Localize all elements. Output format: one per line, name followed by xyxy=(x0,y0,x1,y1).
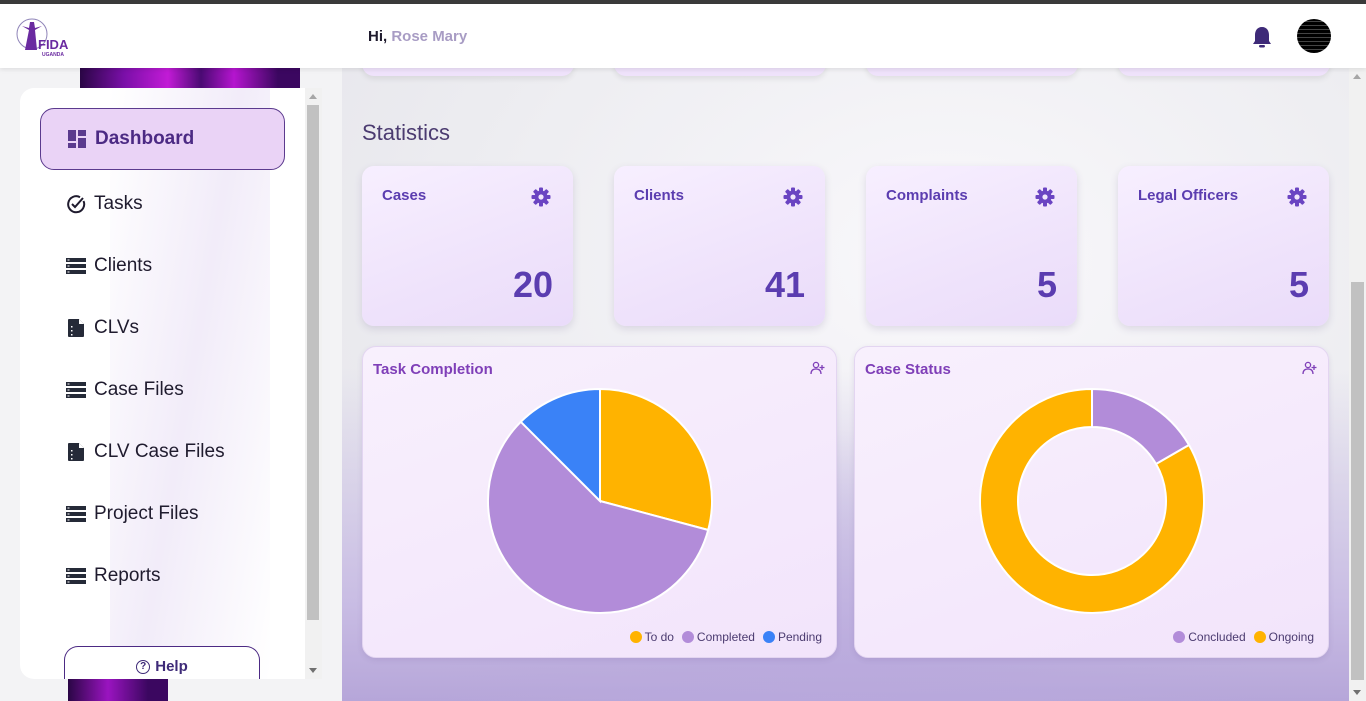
add-user-icon[interactable] xyxy=(1302,361,1318,375)
sidebar-item-label: Reports xyxy=(94,565,161,586)
scroll-up-arrow-icon[interactable] xyxy=(309,94,317,99)
legend-label: Ongoing xyxy=(1268,630,1314,644)
dashboard-icon xyxy=(67,129,87,149)
help-label: Help xyxy=(155,658,188,675)
list-icon xyxy=(66,380,86,400)
bell-icon[interactable] xyxy=(1251,25,1273,49)
chart-legend: To do Completed Pending xyxy=(629,630,822,644)
gear-icon[interactable] xyxy=(1035,187,1055,207)
sidebar-item-clvs[interactable]: CLVs xyxy=(40,297,285,359)
task-completion-card: Task Completion To do Completed Pending xyxy=(362,346,837,658)
stat-label: Complaints xyxy=(886,187,968,204)
sidebar-item-dashboard[interactable]: Dashboard xyxy=(40,108,285,170)
section-title: Statistics xyxy=(362,120,451,145)
greeting: Hi, Rose Mary xyxy=(368,28,467,45)
stat-card-cases[interactable]: Cases 20 xyxy=(362,166,573,326)
legend-item-completed[interactable]: Completed xyxy=(681,630,755,644)
chart-legend: Concluded Ongoing xyxy=(1173,630,1314,644)
card-partial xyxy=(362,68,574,76)
sidebar-item-label: Project Files xyxy=(94,503,199,524)
sidebar-item-clv-case-files[interactable]: CLV Case Files xyxy=(40,421,285,483)
scroll-down-arrow-icon[interactable] xyxy=(1353,690,1361,695)
stat-card-legal-officers[interactable]: Legal Officers 5 xyxy=(1118,166,1329,326)
decorative-ribbon xyxy=(80,68,300,90)
stat-card-complaints[interactable]: Complaints 5 xyxy=(866,166,1077,326)
list-icon xyxy=(66,504,86,524)
add-user-icon[interactable] xyxy=(810,361,826,375)
check-circle-icon xyxy=(66,194,86,214)
sidebar-item-clients[interactable]: Clients xyxy=(40,235,285,297)
file-icon xyxy=(66,442,86,462)
question-circle-icon: ? xyxy=(136,659,151,674)
gear-icon[interactable] xyxy=(1287,187,1307,207)
main-scrollbar[interactable] xyxy=(1349,68,1366,701)
card-partial xyxy=(614,68,826,76)
sidebar-item-label: Tasks xyxy=(94,193,143,214)
sidebar-item-label: CLV Case Files xyxy=(94,441,225,462)
legend-swatch xyxy=(1173,631,1186,643)
case-status-donut xyxy=(979,387,1205,614)
scroll-down-arrow-icon[interactable] xyxy=(309,668,317,673)
stat-value: 5 xyxy=(1036,264,1057,305)
main-scrollbar-thumb[interactable] xyxy=(1351,282,1364,680)
decorative-ribbon xyxy=(68,678,168,701)
stat-label: Legal Officers xyxy=(1138,187,1239,204)
gear-icon[interactable] xyxy=(531,187,551,207)
stat-value: 5 xyxy=(1288,264,1309,305)
legend-label: Completed xyxy=(696,630,755,644)
help-button[interactable]: ? Help xyxy=(64,646,260,679)
logo-text: FIDA xyxy=(38,37,69,52)
sidebar: Dashboard Tasks Clients CLVs Case Files … xyxy=(20,88,322,679)
chart-title: Task Completion xyxy=(373,361,493,378)
task-completion-pie xyxy=(487,387,713,614)
user-avatar[interactable] xyxy=(1297,19,1331,53)
sidebar-item-label: Case Files xyxy=(94,379,184,400)
legend-label: Concluded xyxy=(1188,630,1246,644)
legend-item-todo[interactable]: To do xyxy=(629,630,674,644)
sidebar-item-project-files[interactable]: Project Files xyxy=(40,483,285,545)
case-status-card: Case Status Concluded Ongoing xyxy=(854,346,1329,658)
logo-subtext: UGANDA xyxy=(42,52,64,58)
sidebar-scrollbar-thumb[interactable] xyxy=(307,105,319,620)
user-name: Rose Mary xyxy=(391,28,468,45)
stat-label: Cases xyxy=(382,187,427,204)
sidebar-item-label: Clients xyxy=(94,255,153,276)
chart-title: Case Status xyxy=(865,361,951,378)
legend-item-concluded[interactable]: Concluded xyxy=(1173,630,1246,644)
list-icon xyxy=(66,566,86,586)
gear-icon[interactable] xyxy=(783,187,803,207)
legend-swatch xyxy=(762,631,775,643)
legend-label: To do xyxy=(644,630,674,644)
stat-label: Clients xyxy=(634,187,685,204)
stat-value: 20 xyxy=(512,264,553,305)
sidebar-scrollbar[interactable] xyxy=(305,88,322,679)
legend-item-pending[interactable]: Pending xyxy=(762,630,822,644)
stat-card-clients[interactable]: Clients 41 xyxy=(614,166,825,326)
sidebar-item-label: Dashboard xyxy=(95,128,195,149)
legend-item-ongoing[interactable]: Ongoing xyxy=(1253,630,1314,644)
list-icon xyxy=(66,256,86,276)
stat-value: 41 xyxy=(764,264,805,305)
file-icon xyxy=(66,318,86,338)
sidebar-item-label: CLVs xyxy=(94,317,140,338)
card-partial xyxy=(866,68,1078,76)
main-content: Statistics Cases 20 Clients 41 Complaint… xyxy=(342,68,1349,701)
legend-swatch xyxy=(629,631,642,643)
greeting-prefix: Hi, xyxy=(368,28,388,45)
sidebar-item-reports[interactable]: Reports xyxy=(40,545,285,607)
legend-swatch xyxy=(681,631,694,643)
top-header: FIDA UGANDA Hi, Rose Mary xyxy=(0,4,1366,68)
scroll-up-arrow-icon[interactable] xyxy=(1353,74,1361,79)
sidebar-item-tasks[interactable]: Tasks xyxy=(40,173,285,235)
legend-swatch xyxy=(1253,631,1266,643)
legend-label: Pending xyxy=(777,630,822,644)
card-partial xyxy=(1118,68,1330,76)
fida-logo[interactable]: FIDA UGANDA xyxy=(12,16,74,58)
sidebar-item-case-files[interactable]: Case Files xyxy=(40,359,285,421)
